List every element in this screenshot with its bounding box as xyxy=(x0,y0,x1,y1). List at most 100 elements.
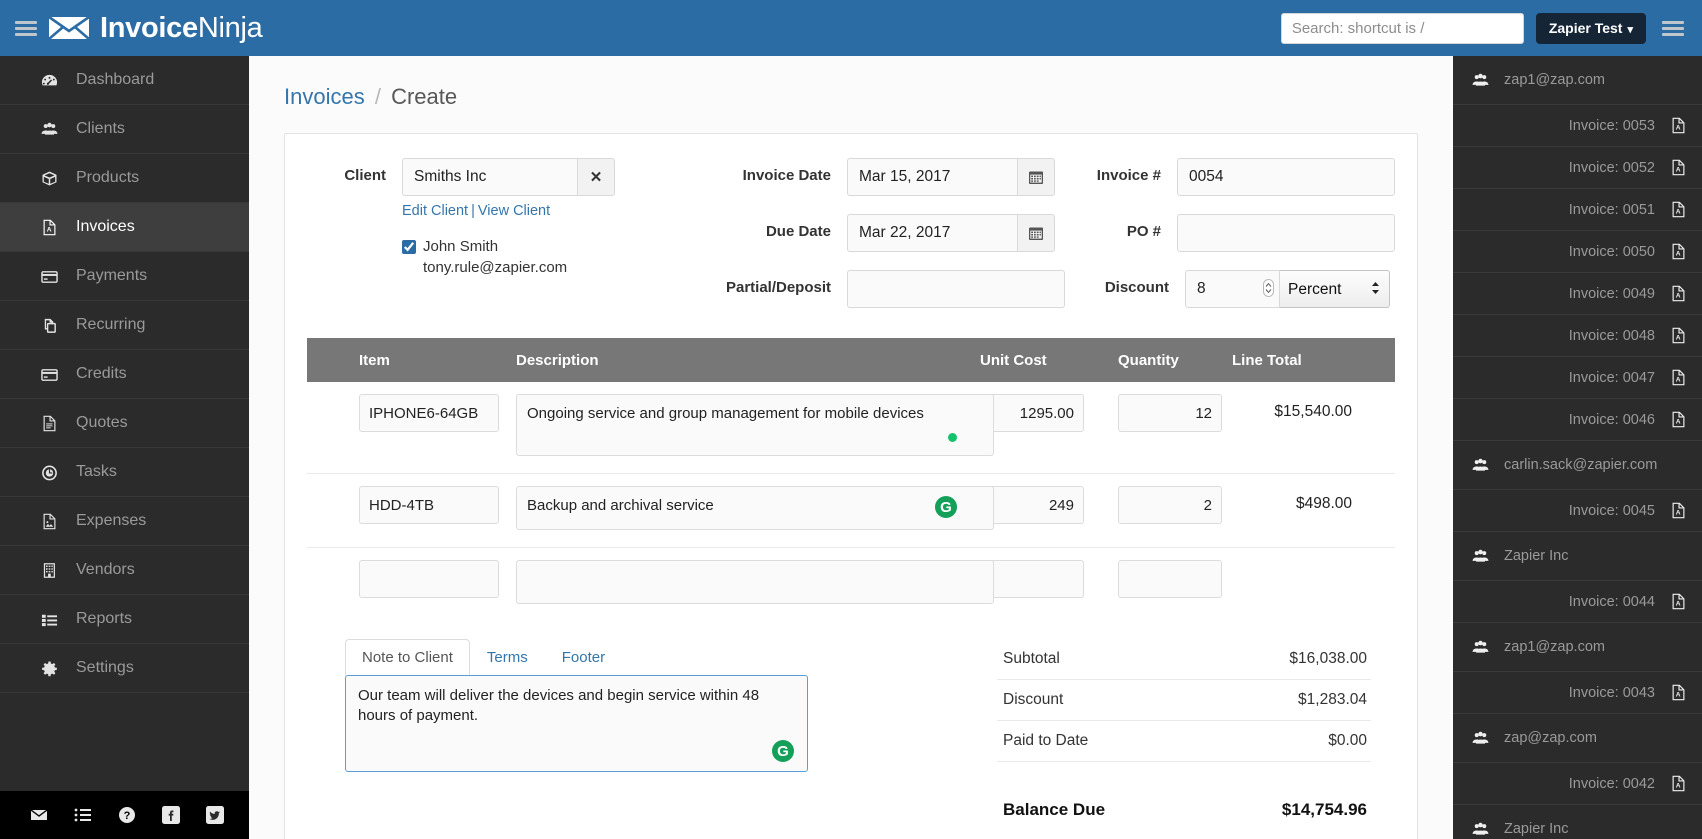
po-number-input[interactable] xyxy=(1177,214,1395,252)
sidebar-item-products[interactable]: Products xyxy=(0,154,249,203)
recent-invoice-item[interactable]: Invoice: 0047 A xyxy=(1453,357,1702,399)
svg-text:A: A xyxy=(1676,251,1681,258)
svg-text:A: A xyxy=(1676,377,1681,384)
line-total-value: $498.00 xyxy=(1295,495,1352,512)
recent-client-item[interactable]: carlin.sack@zapier.com xyxy=(1453,441,1702,490)
search-input[interactable] xyxy=(1280,12,1524,44)
contact-checkbox[interactable] xyxy=(402,240,416,254)
line-total-value: $15,540.00 xyxy=(1274,403,1352,420)
options-menu-button[interactable] xyxy=(1658,18,1688,39)
sidebar-item-settings[interactable]: Settings xyxy=(0,644,249,693)
sidebar-item-invoices[interactable]: A Invoices xyxy=(0,203,249,252)
partial-deposit-input[interactable] xyxy=(847,270,1065,308)
item-code-input[interactable] xyxy=(359,486,499,524)
description-textarea[interactable] xyxy=(516,560,994,604)
sidebar-item-tasks[interactable]: Tasks xyxy=(0,448,249,497)
invoice-form-card: Client ✕ Edit Client|View Client xyxy=(284,133,1418,839)
sidebar-item-quotes[interactable]: Quotes xyxy=(0,399,249,448)
recent-invoice-item[interactable]: Invoice: 0044 A xyxy=(1453,581,1702,623)
unit-cost-input[interactable] xyxy=(980,560,1084,598)
due-date-input[interactable] xyxy=(847,214,1017,252)
edit-client-link[interactable]: Edit Client xyxy=(402,203,468,219)
line-total-cell: $15,540.00 xyxy=(1218,394,1358,421)
quantity-input[interactable] xyxy=(1118,560,1222,598)
note-to-client-textarea[interactable] xyxy=(345,675,808,772)
breadcrumb-invoices-link[interactable]: Invoices xyxy=(284,84,365,109)
account-label: Zapier Test xyxy=(1548,20,1623,36)
recent-invoice-item[interactable]: Invoice: 0051 A xyxy=(1453,189,1702,231)
clock-icon xyxy=(39,464,59,481)
invoice-date-input[interactable] xyxy=(847,158,1017,196)
balance-due-label: Balance Due xyxy=(1003,800,1106,819)
discount-type-select[interactable]: PercentAmount xyxy=(1280,270,1390,308)
recent-invoice-item[interactable]: Invoice: 0042 A xyxy=(1453,763,1702,805)
line-total-cell xyxy=(1218,560,1358,569)
recent-invoice-label: Invoice: 0044 xyxy=(1568,593,1655,610)
unit-cost-column-header: Unit Cost xyxy=(980,351,1047,369)
description-textarea[interactable] xyxy=(516,394,994,456)
users-icon xyxy=(39,121,59,138)
recent-invoice-item[interactable]: Invoice: 0052 A xyxy=(1453,147,1702,189)
notes-tab-terms[interactable]: Terms xyxy=(470,639,545,676)
sidebar-item-dashboard[interactable]: Dashboard xyxy=(0,56,249,105)
line-total-value xyxy=(1232,560,1352,569)
sidebar-item-label: Reports xyxy=(76,610,133,627)
recent-invoice-item[interactable]: Invoice: 0046 A xyxy=(1453,399,1702,441)
facebook-icon[interactable] xyxy=(162,806,180,824)
list-icon[interactable] xyxy=(74,806,92,824)
invoice-number-input[interactable] xyxy=(1177,158,1395,196)
po-number-row: PO # xyxy=(1065,214,1395,252)
grammarly-icon[interactable]: G xyxy=(772,740,794,762)
recent-invoice-item[interactable]: Invoice: 0045 A xyxy=(1453,490,1702,532)
recent-client-item[interactable]: zap@zap.com xyxy=(1453,714,1702,763)
recent-invoice-item[interactable]: Invoice: 0053 A xyxy=(1453,105,1702,147)
calendar-icon[interactable] xyxy=(1017,214,1055,252)
recent-invoice-label: Invoice: 0053 xyxy=(1568,117,1655,134)
quantity-cell xyxy=(1104,486,1222,524)
grammarly-dot-icon[interactable] xyxy=(948,433,957,442)
sidebar-item-credits[interactable]: Credits xyxy=(0,350,249,399)
unit-cost-input[interactable] xyxy=(980,394,1084,432)
envelope-icon[interactable] xyxy=(30,806,48,824)
totals-row-label: Paid to Date xyxy=(1003,732,1089,749)
description-textarea[interactable] xyxy=(516,486,994,530)
svg-text:A: A xyxy=(1676,419,1681,426)
client-input[interactable] xyxy=(402,158,577,196)
sidebar-item-recurring[interactable]: Recurring xyxy=(0,301,249,350)
brand-logo[interactable]: InvoiceNinja xyxy=(48,12,263,45)
sidebar-item-clients[interactable]: Clients xyxy=(0,105,249,154)
balance-due-row: Balance Due $14,754.96 xyxy=(997,792,1371,831)
notes-tab-footer[interactable]: Footer xyxy=(545,639,622,676)
view-client-link[interactable]: View Client xyxy=(478,203,550,219)
recent-client-item[interactable]: Zapier Inc xyxy=(1453,805,1702,839)
recent-client-item[interactable]: zap1@zap.com xyxy=(1453,623,1702,672)
discount-value-input[interactable] xyxy=(1185,270,1280,308)
recent-client-label: zap1@zap.com xyxy=(1504,639,1605,655)
sidebar-item-reports[interactable]: Reports xyxy=(0,595,249,644)
recent-invoice-item[interactable]: Invoice: 0050 A xyxy=(1453,231,1702,273)
quantity-input[interactable] xyxy=(1118,394,1222,432)
file-pdf-icon: A xyxy=(39,219,59,236)
sidebar-toggle-button[interactable] xyxy=(0,0,52,56)
quantity-input[interactable] xyxy=(1118,486,1222,524)
client-action-links: Edit Client | View Client xyxy=(402,203,615,219)
grammarly-icon[interactable]: G xyxy=(935,496,957,518)
item-code-input[interactable] xyxy=(359,560,499,598)
recent-invoice-item[interactable]: Invoice: 0048 A xyxy=(1453,315,1702,357)
twitter-icon[interactable] xyxy=(206,806,224,824)
notes-tab-note-to-client[interactable]: Note to Client xyxy=(345,639,470,676)
unit-cost-input[interactable] xyxy=(980,486,1084,524)
calendar-icon[interactable] xyxy=(1017,158,1055,196)
recent-client-item[interactable]: zap1@zap.com xyxy=(1453,56,1702,105)
recent-invoice-item[interactable]: Invoice: 0043 A xyxy=(1453,672,1702,714)
question-circle-icon[interactable]: ? xyxy=(118,806,136,824)
recent-invoice-item[interactable]: Invoice: 0049 A xyxy=(1453,273,1702,315)
sidebar-item-expenses[interactable]: Expenses xyxy=(0,497,249,546)
account-menu-button[interactable]: Zapier Test ▾ xyxy=(1535,12,1646,44)
recent-client-item[interactable]: Zapier Inc xyxy=(1453,532,1702,581)
sidebar-item-vendors[interactable]: Vendors xyxy=(0,546,249,595)
clear-client-button[interactable]: ✕ xyxy=(577,158,615,196)
sidebar-item-payments[interactable]: Payments xyxy=(0,252,249,301)
client-row: Client ✕ Edit Client|View Client xyxy=(307,158,697,278)
item-code-input[interactable] xyxy=(359,394,499,432)
